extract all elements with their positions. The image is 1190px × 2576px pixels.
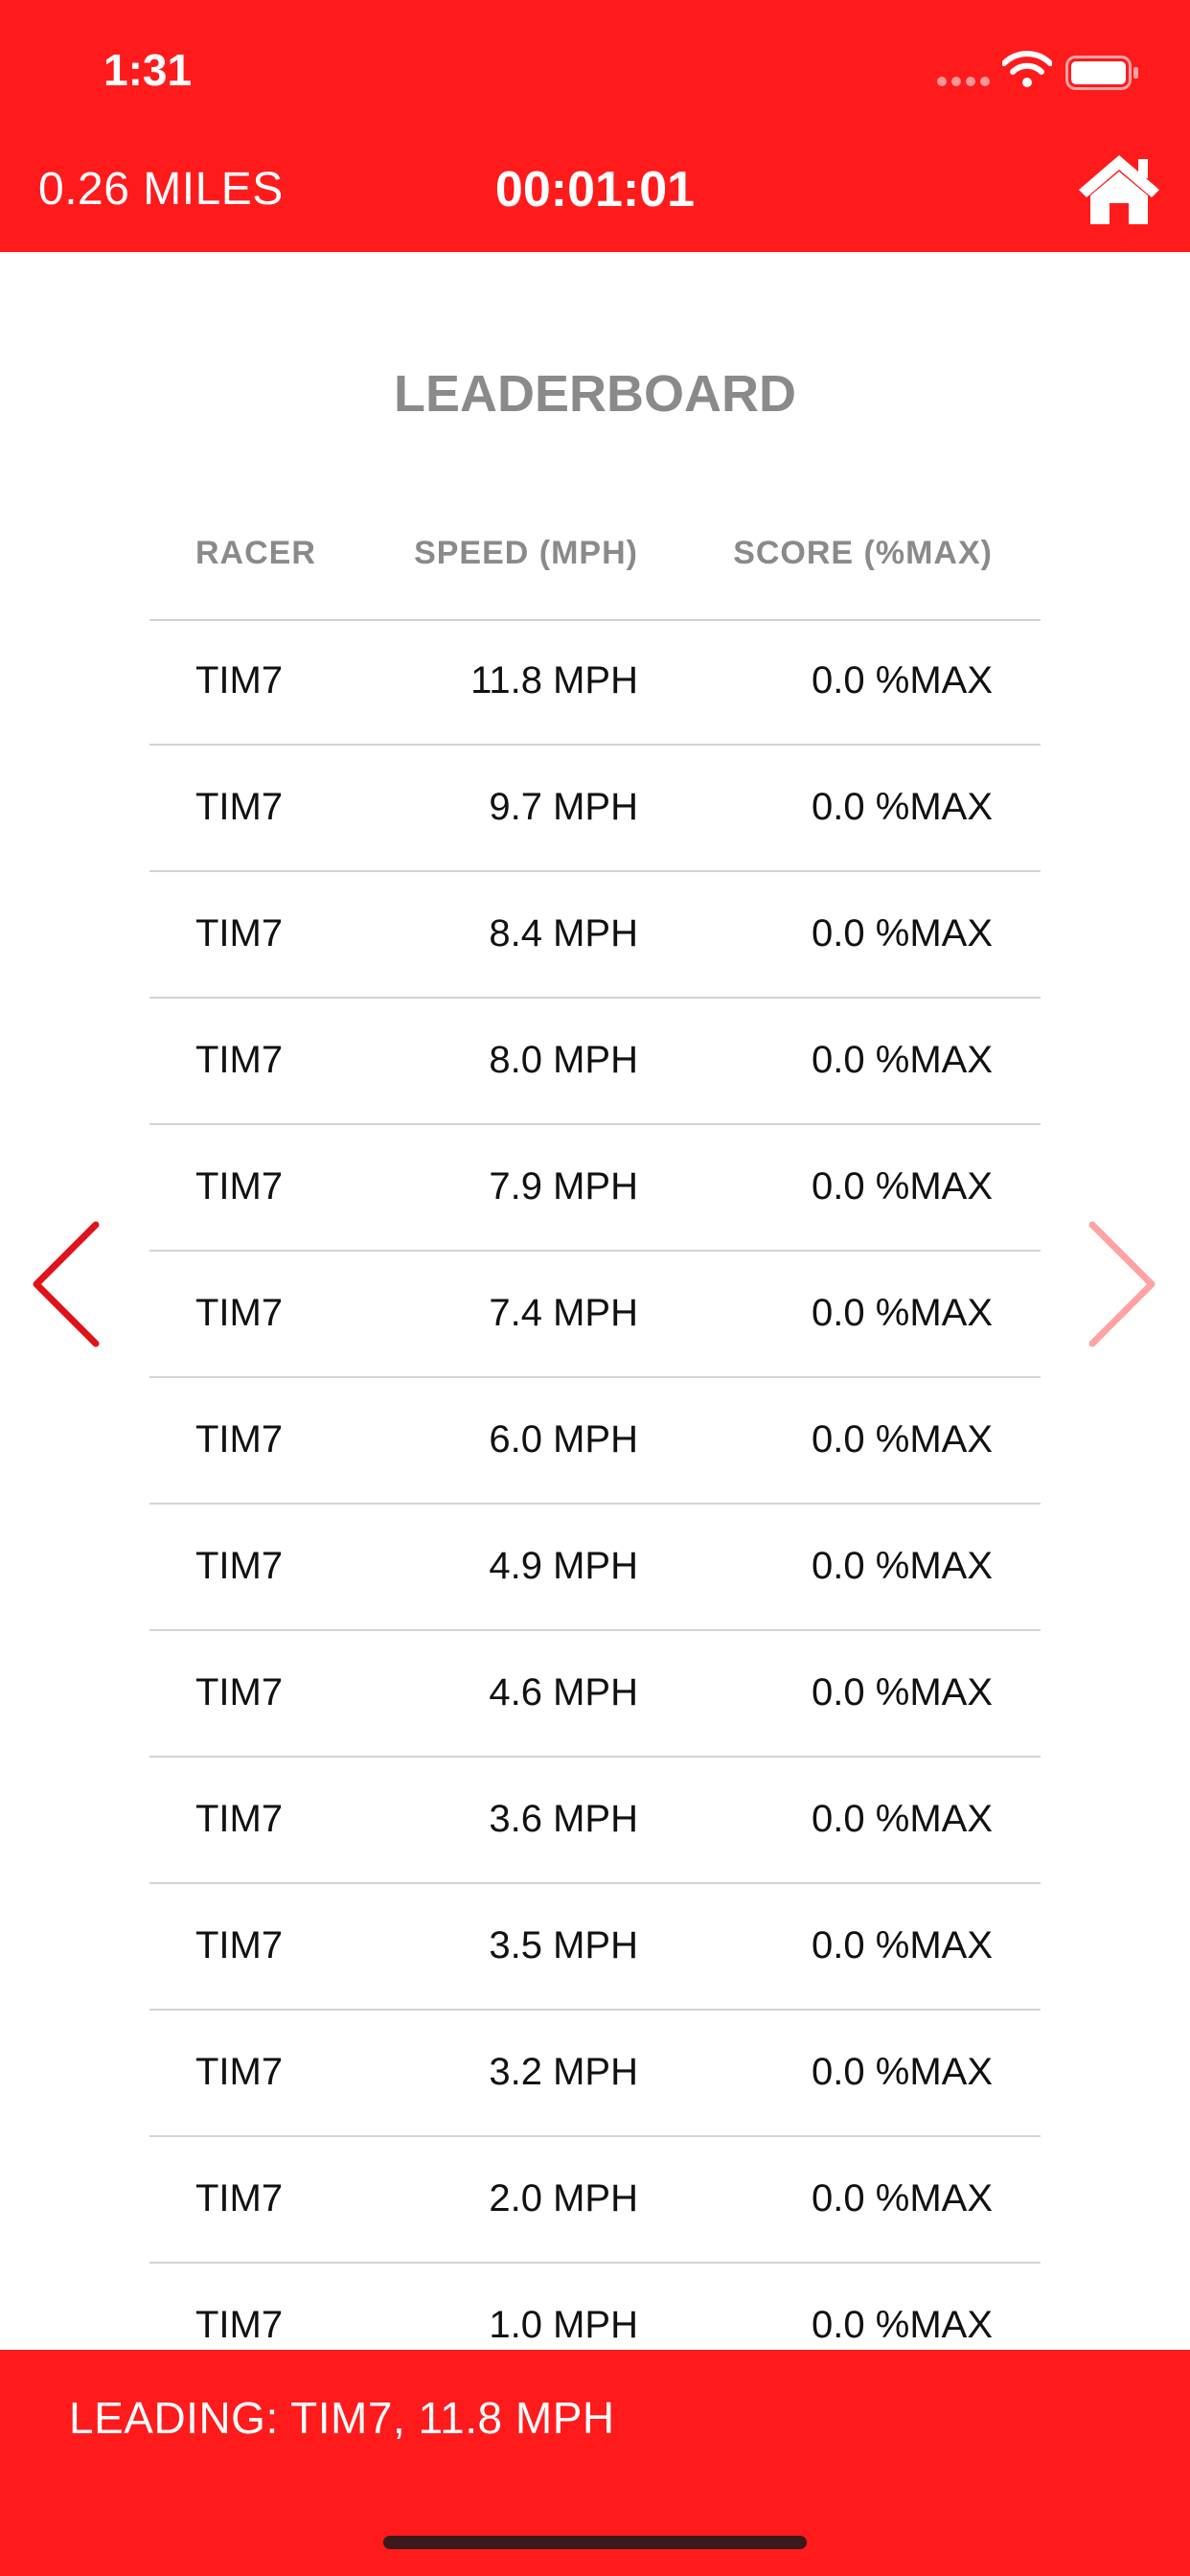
racer-cell: TIM7 <box>195 912 284 954</box>
racer-cell: TIM7 <box>195 1292 284 1334</box>
score-cell: 0.0 %MAX <box>812 1924 993 1966</box>
speed-cell: 11.8 MPH <box>470 659 638 702</box>
table-row: TIM7 7.9 MPH 0.0 %MAX <box>149 1125 1041 1252</box>
racer-cell: TIM7 <box>195 1924 284 1966</box>
score-cell: 0.0 %MAX <box>812 2051 993 2093</box>
speed-cell: 9.7 MPH <box>489 786 638 828</box>
score-cell: 0.0 %MAX <box>812 1545 993 1587</box>
speed-cell: 1.0 MPH <box>489 2304 638 2346</box>
racer-cell: TIM7 <box>195 1165 284 1208</box>
table-row: TIM7 11.8 MPH 0.0 %MAX <box>149 619 1041 746</box>
table-header: RACER SPEED (MPH) SCORE (%MAX) <box>149 527 1041 621</box>
speed-cell: 4.9 MPH <box>489 1545 638 1587</box>
leaderboard-list[interactable]: TIM7 11.8 MPH 0.0 %MAX TIM7 9.7 MPH 0.0 %MAX… <box>149 619 1041 2350</box>
speed-cell: 7.9 MPH <box>489 1165 638 1208</box>
score-cell: 0.0 %MAX <box>812 2304 993 2346</box>
table-row: TIM7 7.4 MPH 0.0 %MAX <box>149 1252 1041 1378</box>
table-row: TIM7 3.6 MPH 0.0 %MAX <box>149 1758 1041 1884</box>
column-header-score: SCORE (%MAX) <box>733 535 993 571</box>
status-time: 1:31 <box>103 45 193 95</box>
racer-cell: TIM7 <box>195 2304 284 2346</box>
score-cell: 0.0 %MAX <box>812 786 993 828</box>
table-row: TIM7 3.2 MPH 0.0 %MAX <box>149 2011 1041 2137</box>
battery-icon <box>1065 56 1138 90</box>
table-row: TIM7 4.9 MPH 0.0 %MAX <box>149 1505 1041 1631</box>
speed-cell: 3.6 MPH <box>489 1798 638 1840</box>
table-row: TIM7 8.0 MPH 0.0 %MAX <box>149 999 1041 1125</box>
racer-cell: TIM7 <box>195 2051 284 2093</box>
score-cell: 0.0 %MAX <box>812 1671 993 1714</box>
table-row: TIM7 8.4 MPH 0.0 %MAX <box>149 872 1041 999</box>
racer-cell: TIM7 <box>195 1798 284 1840</box>
score-cell: 0.0 %MAX <box>812 659 993 702</box>
table-row: TIM7 4.6 MPH 0.0 %MAX <box>149 1631 1041 1758</box>
speed-cell: 6.0 MPH <box>489 1418 638 1460</box>
bottom-bar: LEADING: TIM7, 11.8 MPH <box>0 2350 1190 2576</box>
score-cell: 0.0 %MAX <box>812 1292 993 1334</box>
speed-cell: 7.4 MPH <box>489 1292 638 1334</box>
cellular-signal-icon <box>937 77 991 88</box>
home-indicator[interactable] <box>383 2536 807 2549</box>
column-header-speed: SPEED (MPH) <box>414 535 638 571</box>
chevron-right-icon[interactable] <box>1083 1217 1159 1351</box>
speed-cell: 3.5 MPH <box>489 1924 638 1966</box>
speed-cell: 8.0 MPH <box>489 1039 638 1081</box>
speed-cell: 2.0 MPH <box>489 2177 638 2220</box>
leading-status: LEADING: TIM7, 11.8 MPH <box>69 2393 615 2443</box>
home-icon[interactable] <box>1075 151 1163 226</box>
racer-cell: TIM7 <box>195 659 284 702</box>
leaderboard-title: LEADERBOARD <box>393 365 796 423</box>
table-row: TIM7 2.0 MPH 0.0 %MAX <box>149 2137 1041 2264</box>
racer-cell: TIM7 <box>195 2177 284 2220</box>
table-row: TIM7 3.5 MPH 0.0 %MAX <box>149 1884 1041 2011</box>
table-row: TIM7 6.0 MPH 0.0 %MAX <box>149 1378 1041 1505</box>
speed-cell: 3.2 MPH <box>489 2051 638 2093</box>
wifi-icon <box>1002 51 1052 87</box>
race-timer: 00:01:01 <box>494 162 696 218</box>
racer-cell: TIM7 <box>195 1418 284 1460</box>
chevron-left-icon[interactable] <box>29 1217 105 1351</box>
table-row: TIM7 9.7 MPH 0.0 %MAX <box>149 746 1041 872</box>
score-cell: 0.0 %MAX <box>812 1165 993 1208</box>
score-cell: 0.0 %MAX <box>812 1798 993 1840</box>
top-bar: 1:31 0.26 MILES 00:01:01 <box>0 0 1190 252</box>
racer-cell: TIM7 <box>195 786 284 828</box>
column-header-racer: RACER <box>195 535 316 571</box>
racer-cell: TIM7 <box>195 1671 284 1714</box>
speed-cell: 8.4 MPH <box>489 912 638 954</box>
racer-cell: TIM7 <box>195 1545 284 1587</box>
score-cell: 0.0 %MAX <box>812 2177 993 2220</box>
racer-cell: TIM7 <box>195 1039 284 1081</box>
speed-cell: 4.6 MPH <box>489 1671 638 1714</box>
score-cell: 0.0 %MAX <box>812 1039 993 1081</box>
score-cell: 0.0 %MAX <box>812 912 993 954</box>
score-cell: 0.0 %MAX <box>812 1418 993 1460</box>
table-row: TIM7 1.0 MPH 0.0 %MAX <box>149 2264 1041 2350</box>
